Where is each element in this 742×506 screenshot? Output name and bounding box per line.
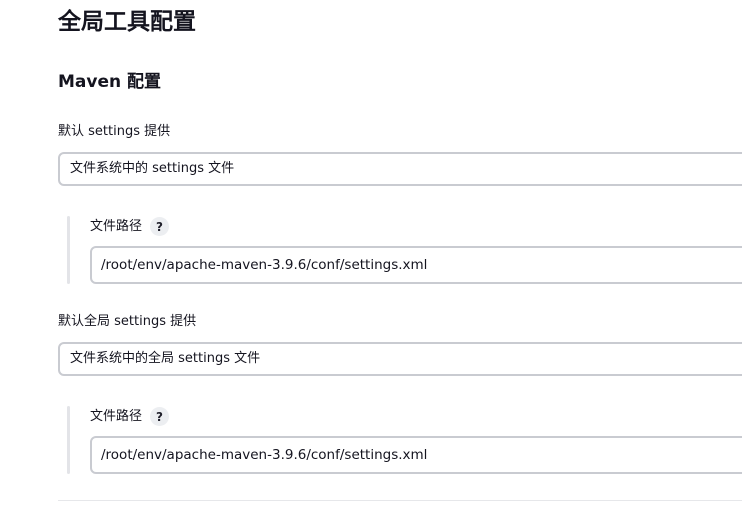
global-settings-label: 默认全局 settings 提供 <box>58 314 197 329</box>
global-settings-path-label: 文件路径 <box>90 408 143 424</box>
help-icon[interactable]: ? <box>150 217 170 236</box>
default-settings-label: 默认 settings 提供 <box>58 124 171 139</box>
default-settings-select[interactable]: 文件系统中的 settings 文件 <box>58 152 742 186</box>
global-settings-nested-bar <box>67 406 70 474</box>
default-settings-path-label-row: 文件路径 ? <box>90 217 170 236</box>
global-settings-path-input[interactable] <box>90 436 742 474</box>
maven-section-title: Maven 配置 <box>58 72 162 92</box>
default-settings-nested-bar <box>67 216 70 284</box>
global-tool-config-page: 全局工具配置 Maven 配置 默认 settings 提供 文件系统中的 se… <box>0 0 742 506</box>
default-settings-path-label: 文件路径 <box>90 218 143 234</box>
help-icon[interactable]: ? <box>150 407 170 426</box>
global-settings-path-label-row: 文件路径 ? <box>90 407 170 426</box>
default-settings-path-input[interactable] <box>90 246 742 284</box>
global-settings-select[interactable]: 文件系统中的全局 settings 文件 <box>58 342 742 376</box>
section-divider <box>58 500 742 501</box>
page-title: 全局工具配置 <box>58 9 196 35</box>
